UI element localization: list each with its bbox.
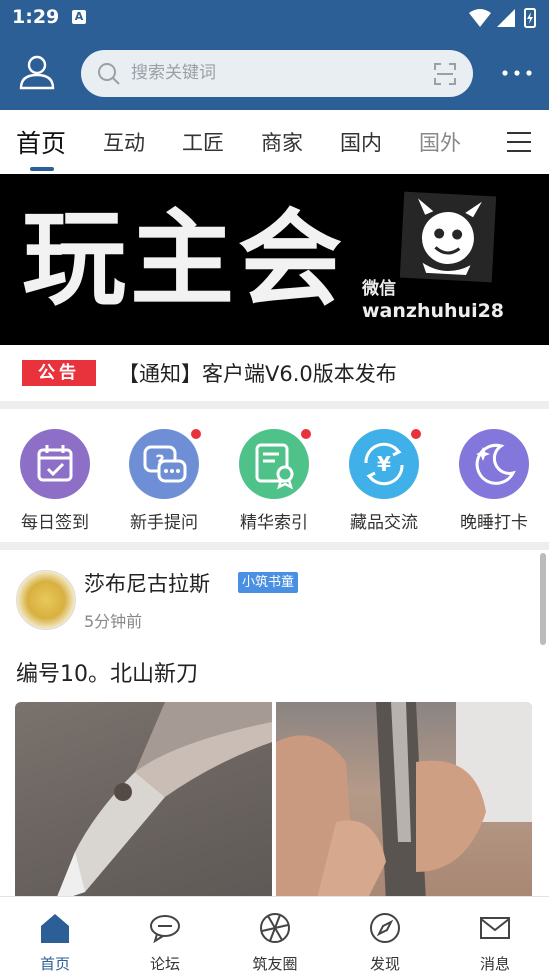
banner-wechat-label: 微信 — [362, 279, 396, 299]
search-input[interactable] — [131, 59, 411, 87]
post-image-hand[interactable] — [276, 702, 532, 896]
nav-messages[interactable]: 消息 — [440, 897, 549, 976]
tab-craftsman[interactable]: 工匠 — [182, 127, 224, 157]
category-tabs: 首页 互动 工匠 商家 国内 国外 — [0, 110, 549, 174]
notification-dot — [189, 427, 203, 441]
yen-exchange-icon: ¥ — [349, 427, 423, 499]
banner-handle: wanzhuhui28 — [362, 300, 505, 322]
tab-interact[interactable]: 互动 — [103, 127, 145, 157]
post-card[interactable]: 莎布尼古拉斯 小筑书童 5分钟前 编号10。北山新刀 — [0, 550, 549, 896]
post-time: 5分钟前 — [84, 612, 143, 631]
quick-link-checkin[interactable]: 每日签到 — [5, 427, 105, 533]
tab-home[interactable]: 首页 — [16, 124, 66, 160]
moon-icon — [459, 429, 529, 499]
quick-link-label: 每日签到 — [21, 513, 89, 533]
divider — [0, 401, 549, 409]
tab-merchant[interactable]: 商家 — [261, 127, 303, 157]
quick-link-label: 藏品交流 — [350, 513, 418, 533]
nav-friends-circle[interactable]: 筑友圈 — [220, 897, 330, 976]
post-author[interactable]: 莎布尼古拉斯 — [84, 568, 210, 598]
compass-icon — [370, 913, 400, 943]
promo-banner[interactable]: 玩主会 微信 wanzhuhui28 — [0, 174, 549, 345]
nav-forum[interactable]: 论坛 — [110, 897, 220, 976]
status-time: 1:29 — [12, 6, 60, 28]
calendar-check-icon — [20, 429, 90, 499]
chat-question-icon: ? — [129, 427, 203, 499]
menu-icon[interactable] — [507, 132, 531, 152]
search-bar[interactable] — [81, 50, 473, 97]
quick-link-essence-index[interactable]: 精华索引 — [224, 427, 324, 533]
quick-link-label: 晚睡打卡 — [460, 513, 528, 533]
nav-home[interactable]: 首页 — [0, 897, 110, 976]
aperture-icon — [260, 913, 290, 943]
notification-dot — [299, 427, 313, 441]
more-options-icon[interactable] — [501, 63, 533, 83]
banner-headline: 玩主会 — [22, 198, 347, 320]
home-icon — [41, 914, 69, 943]
notification-a-icon: A — [72, 10, 86, 24]
mail-icon — [480, 917, 510, 939]
nav-label: 筑友圈 — [252, 955, 298, 973]
nav-label: 论坛 — [149, 955, 180, 973]
bottom-navigation: 首页 论坛 筑友圈 发现 消息 — [0, 896, 549, 976]
announcement-bar[interactable]: 公告 【通知】客户端V6.0版本发布 — [0, 345, 549, 401]
status-bar: 1:29 A — [0, 0, 549, 36]
divider — [0, 542, 549, 550]
tab-foreign[interactable]: 国外 — [419, 127, 461, 157]
announcement-tag: 公告 — [22, 360, 96, 386]
user-badge: 小筑书童 — [238, 572, 299, 593]
chat-bubble-icon — [150, 915, 180, 944]
scan-icon[interactable] — [433, 62, 457, 86]
quick-link-collectibles[interactable]: ¥ 藏品交流 — [334, 427, 434, 533]
avatar[interactable] — [16, 570, 76, 630]
user-profile-icon[interactable] — [18, 53, 56, 91]
quick-link-label: 精华索引 — [240, 513, 308, 533]
post-title[interactable]: 编号10。北山新刀 — [16, 656, 198, 688]
nav-label: 发现 — [369, 955, 400, 973]
top-bar — [0, 36, 549, 110]
quick-link-late-night[interactable]: 晚睡打卡 — [444, 427, 544, 533]
search-icon — [98, 63, 120, 85]
nav-label: 消息 — [479, 955, 510, 973]
quick-links: 每日签到 ? 新手提问 精华索引 ¥ 藏品交流 晚睡打卡 — [0, 409, 549, 542]
notification-dot — [409, 427, 423, 441]
certificate-icon — [239, 427, 313, 499]
nav-label: 首页 — [39, 955, 70, 973]
nav-discover[interactable]: 发现 — [330, 897, 440, 976]
tab-domestic[interactable]: 国内 — [340, 127, 382, 157]
system-indicators-icon — [469, 8, 536, 28]
scrollbar[interactable] — [540, 553, 546, 645]
quick-link-label: 新手提问 — [130, 513, 198, 533]
devil-mascot-icon — [399, 191, 497, 283]
post-image-knife[interactable] — [15, 702, 272, 896]
quick-link-newbie-questions[interactable]: ? 新手提问 — [114, 427, 214, 533]
announcement-text[interactable]: 【通知】客户端V6.0版本发布 — [118, 358, 397, 388]
svg-text:¥: ¥ — [377, 452, 391, 476]
tab-indicator — [30, 167, 54, 171]
